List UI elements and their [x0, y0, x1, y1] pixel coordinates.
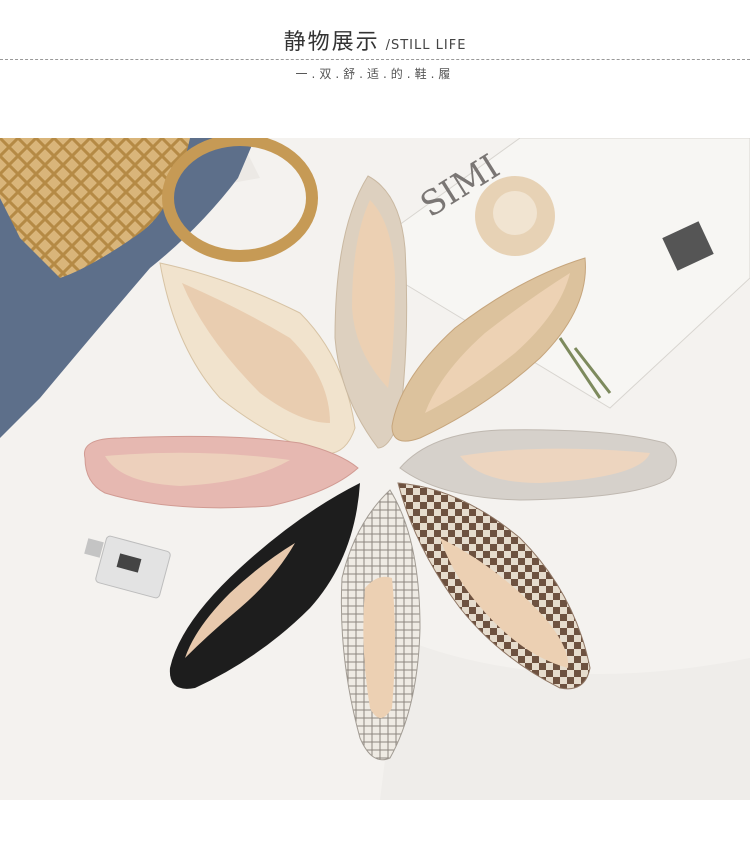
hat [475, 176, 555, 256]
still-life-illustration: SIMI [0, 138, 750, 800]
section-header: 静物展示/STILL LIFE 一.双.舒.适.的.鞋.履 [0, 0, 750, 138]
title-chinese: 静物展示 [283, 30, 380, 55]
dashed-divider [0, 59, 750, 60]
title-english: /STILL LIFE [385, 38, 467, 53]
section-subtitle: 一.双.舒.适.的.鞋.履 [295, 67, 455, 81]
section-title: 静物展示/STILL LIFE [0, 24, 750, 56]
still-life-photo: SIMI [0, 138, 750, 800]
